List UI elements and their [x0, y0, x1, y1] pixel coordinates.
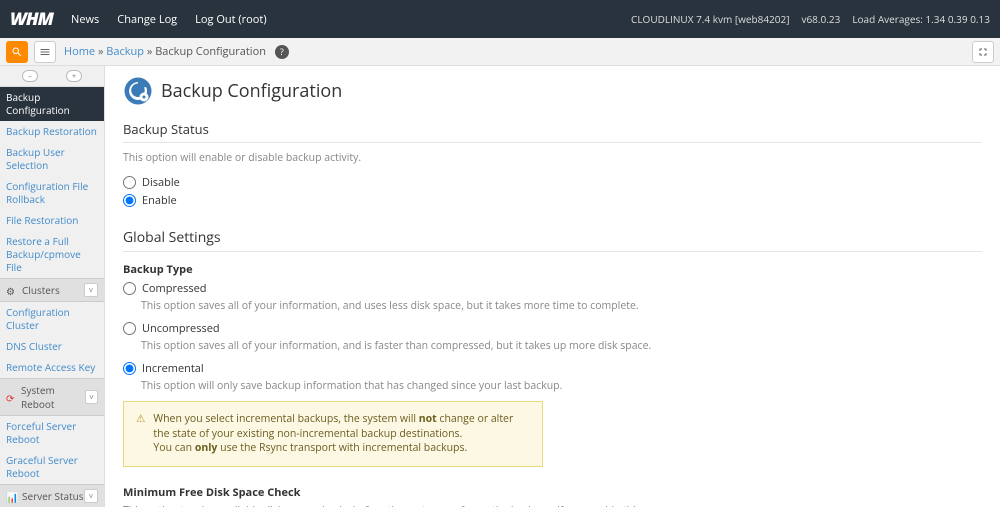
status-icon: 📊 — [6, 490, 18, 502]
label-disable: Disable — [142, 175, 180, 190]
sidebar-item-dns-cluster[interactable]: DNS Cluster — [0, 336, 104, 357]
heading-backup-status: Backup Status — [123, 120, 982, 143]
label-incremental: Incremental — [142, 361, 204, 376]
heading-backup-type: Backup Type — [123, 262, 982, 277]
desc-uncompressed: This option saves all of your informatio… — [141, 339, 982, 353]
sidebar-head-status[interactable]: 📊Server Status˅ — [0, 484, 104, 507]
crumb-current: Backup Configuration — [155, 44, 266, 59]
top-status: CLOUDLINUX 7.4 kvm [web84202] v68.0.23 L… — [631, 12, 990, 26]
sidebar[interactable]: – + Backup Configuration Backup Restorat… — [0, 66, 105, 507]
sidebar-controls: – + — [0, 66, 104, 87]
sidebar-item-config-rollback[interactable]: Configuration File Rollback — [0, 176, 104, 210]
expand-icon — [977, 46, 989, 58]
clusters-icon: ⚙ — [6, 284, 18, 296]
label-uncompressed: Uncompressed — [142, 321, 220, 336]
radio-enable[interactable] — [123, 194, 136, 207]
radio-compressed[interactable] — [123, 282, 136, 295]
main-content[interactable]: Backup Configuration Backup Status This … — [105, 66, 1000, 507]
nav-logout[interactable]: Log Out (root) — [195, 12, 266, 27]
crumb-backup[interactable]: Backup — [106, 44, 144, 59]
expand-all-button[interactable]: + — [66, 70, 82, 82]
chevron-down-icon[interactable]: ˅ — [85, 390, 98, 404]
radio-incremental[interactable] — [123, 362, 136, 375]
menu-icon — [39, 46, 51, 58]
breadcrumb-bar: Home » Backup » Backup Configuration ? — [0, 38, 1000, 66]
heading-disk-check: Minimum Free Disk Space Check — [123, 485, 982, 500]
search-icon — [11, 46, 23, 58]
help-icon[interactable]: ? — [275, 45, 289, 59]
version-info: v68.0.23 — [801, 12, 840, 26]
sidebar-item-file-restoration[interactable]: File Restoration — [0, 210, 104, 231]
load-averages: Load Averages: 1.34 0.39 0.13 — [852, 12, 990, 26]
desc-compressed: This option saves all of your informatio… — [141, 299, 982, 313]
chevron-down-icon[interactable]: ˅ — [84, 489, 98, 503]
warning-icon: ⚠ — [136, 412, 145, 456]
chevron-down-icon[interactable]: ˅ — [84, 283, 98, 297]
heading-global: Global Settings — [123, 228, 982, 252]
page-title-text: Backup Configuration — [161, 79, 342, 103]
page-title: Backup Configuration — [123, 76, 982, 106]
collapse-all-button[interactable]: – — [22, 70, 38, 82]
sidebar-item-restore-full[interactable]: Restore a Full Backup/cpmove File — [0, 231, 104, 278]
crumb-home[interactable]: Home — [64, 44, 95, 59]
nav-news[interactable]: News — [71, 12, 99, 27]
sidebar-item-backup-config[interactable]: Backup Configuration — [0, 87, 104, 121]
nav-changelog[interactable]: Change Log — [117, 12, 177, 27]
radio-disable[interactable] — [123, 176, 136, 189]
reboot-icon: ⟳ — [6, 391, 17, 403]
sidebar-head-clusters[interactable]: ⚙Clusters˅ — [0, 278, 104, 302]
alert-incremental: ⚠ When you select incremental backups, t… — [123, 401, 543, 467]
search-button[interactable] — [6, 41, 28, 63]
sidebar-item-backup-user[interactable]: Backup User Selection — [0, 142, 104, 176]
whm-logo: WHM — [10, 7, 53, 31]
sidebar-item-graceful-reboot[interactable]: Graceful Server Reboot — [0, 450, 104, 484]
label-compressed: Compressed — [142, 281, 207, 296]
os-info: CLOUDLINUX 7.4 kvm [web84202] — [631, 12, 789, 26]
sidebar-item-backup-restoration[interactable]: Backup Restoration — [0, 121, 104, 142]
label-enable: Enable — [142, 193, 177, 208]
desc-incremental: This option will only save backup inform… — [141, 379, 982, 393]
sidebar-item-forceful-reboot[interactable]: Forceful Server Reboot — [0, 416, 104, 450]
sidebar-head-reboot[interactable]: ⟳System Reboot˅ — [0, 378, 104, 416]
expand-button[interactable] — [972, 41, 994, 63]
radio-uncompressed[interactable] — [123, 322, 136, 335]
sidebar-item-config-cluster[interactable]: Configuration Cluster — [0, 302, 104, 336]
sidebar-item-remote-key[interactable]: Remote Access Key — [0, 357, 104, 378]
top-bar: WHM News Change Log Log Out (root) CLOUD… — [0, 0, 1000, 38]
backup-config-icon — [123, 76, 153, 106]
menu-toggle[interactable] — [34, 41, 56, 63]
desc-backup-status: This option will enable or disable backu… — [123, 151, 982, 165]
breadcrumb: Home » Backup » Backup Configuration ? — [64, 44, 289, 59]
